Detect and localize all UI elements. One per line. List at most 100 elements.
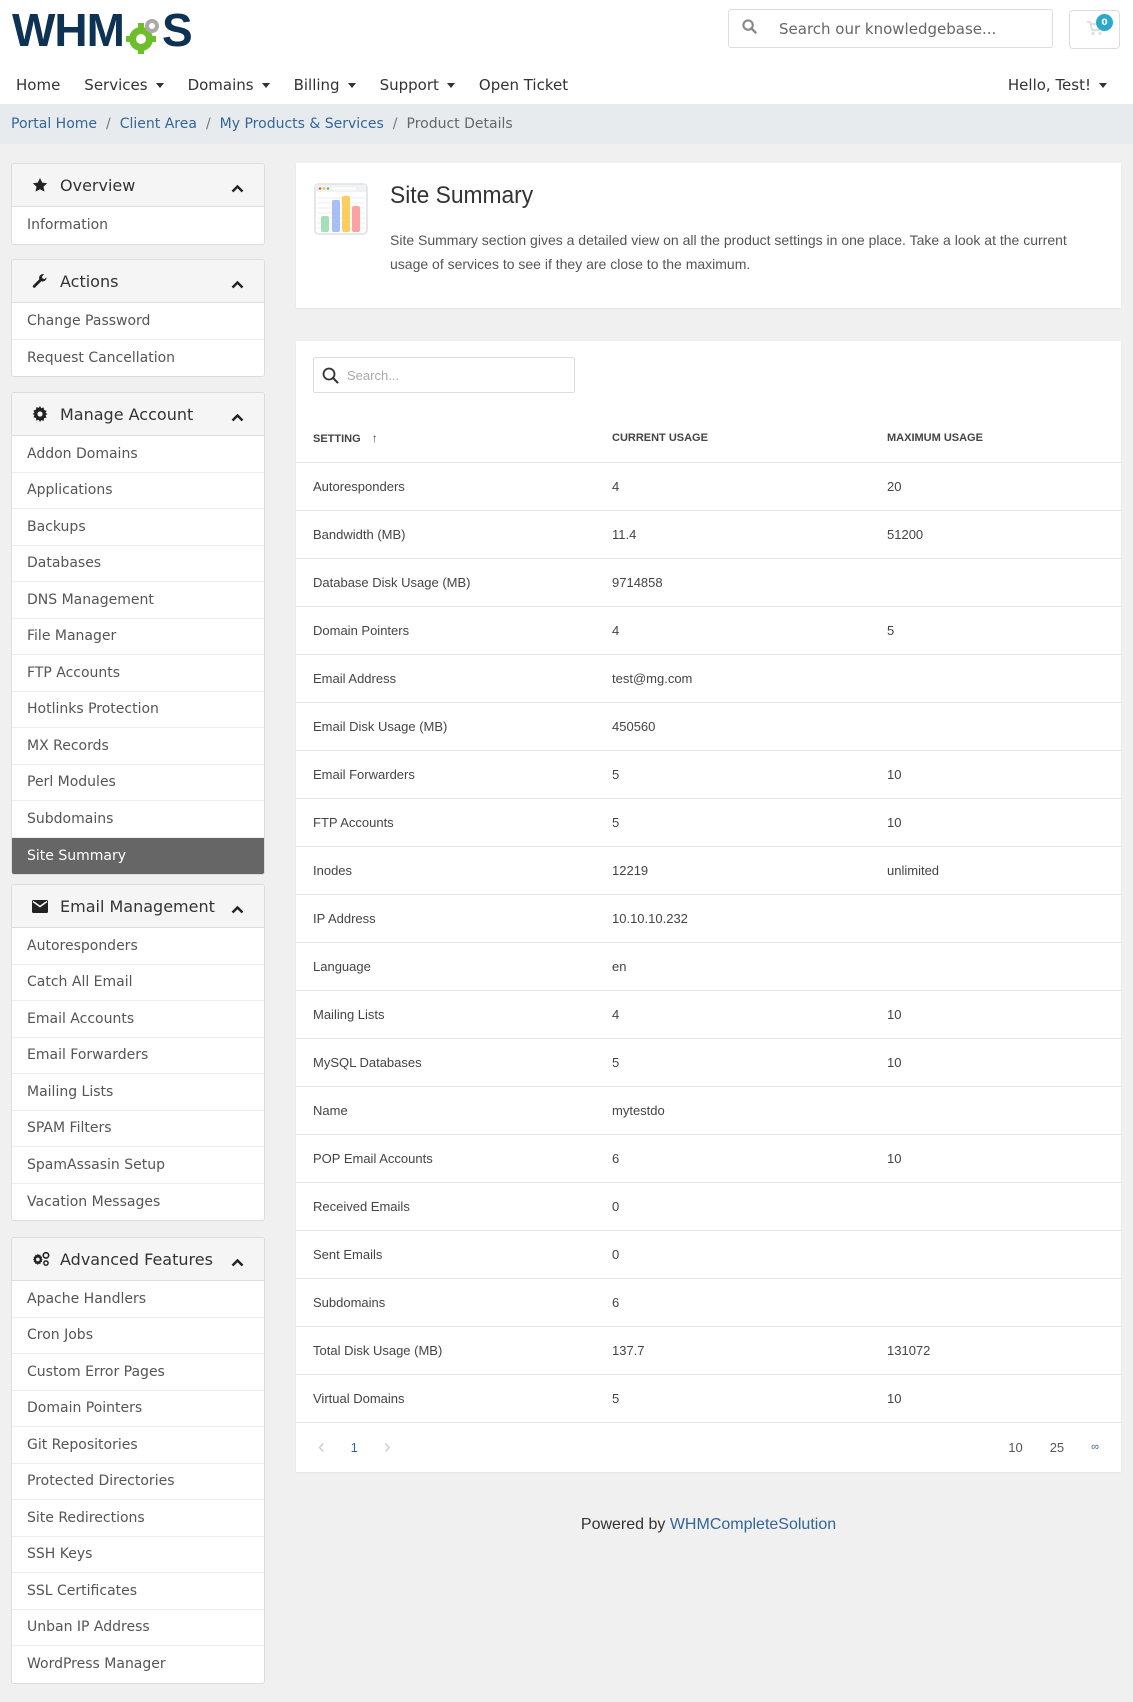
sidebar-item-change-password[interactable]: Change Password [12,303,264,340]
sidebar-item-protected-directories[interactable]: Protected Directories [12,1464,264,1500]
sidebar-item-email-forwarders[interactable]: Email Forwarders [12,1038,264,1074]
nav-billing[interactable]: Billing [294,76,356,94]
sidebar-item-addon-domains[interactable]: Addon Domains [12,436,264,473]
sidebar-item-domain-pointers[interactable]: Domain Pointers [12,1391,264,1427]
sidebar-item-file-manager[interactable]: File Manager [12,619,264,655]
sidebar-item-apache-handlers[interactable]: Apache Handlers [12,1281,264,1318]
sidebar-item-site-redirections[interactable]: Site Redirections [12,1500,264,1537]
chevron-up-icon[interactable] [231,274,244,293]
column-label: SETTING [313,433,361,446]
sidebar-item-spam-filters[interactable]: SPAM Filters [12,1111,264,1147]
column-current-usage[interactable]: CURRENT USAGE [612,413,887,463]
sidebar-item-databases[interactable]: Databases [12,546,264,582]
breadcrumb: Portal Home / Client Area / My Products & … [0,104,1133,144]
user-greeting: Hello, Test! [1007,76,1091,94]
sidebar-item-custom-error-pages[interactable]: Custom Error Pages [12,1354,264,1391]
current-usage-cell: 5 [612,798,887,847]
sidebar-item-cron-jobs[interactable]: Cron Jobs [12,1318,264,1354]
nav-label: Billing [293,76,340,94]
current-usage-cell: 11.4 [612,510,887,559]
setting-cell: Sent Emails [296,1230,612,1279]
sidebar-item-unban-ip-address[interactable]: Unban IP Address [12,1610,264,1646]
chevron-up-icon[interactable] [231,1252,244,1271]
breadcrumb-portal-home[interactable]: Portal Home [11,116,97,132]
breadcrumb-my-products[interactable]: My Products & Services [220,116,384,132]
knowledgebase-search-input[interactable] [779,19,1049,38]
nav-domains[interactable]: Domains [188,76,270,94]
current-usage-cell: 450560 [612,702,887,751]
sidebar-item-applications[interactable]: Applications [12,473,264,509]
current-usage-cell: 4 [612,606,887,655]
table-row: MySQL Databases 5 10 [296,1038,1121,1087]
sidebar-item-subdomains[interactable]: Subdomains [12,801,264,838]
sidebar-item-ssl-certificates[interactable]: SSL Certificates [12,1573,264,1610]
sidebar-panel-header[interactable]: Actions [12,260,264,303]
table-search-input[interactable] [347,367,557,383]
sidebar-item-mailing-lists[interactable]: Mailing Lists [12,1074,264,1111]
table-row: Email Forwarders 5 10 [296,750,1121,799]
sidebar-panel-header[interactable]: Overview [12,164,264,207]
sidebar-item-git-repositories[interactable]: Git Repositories [12,1427,264,1464]
page-size-10[interactable]: 10 [1008,1440,1022,1455]
whmcs-logo[interactable]: WHM S [12,4,193,56]
current-usage-cell: 10.10.10.232 [612,894,887,943]
column-setting[interactable]: SETTING ↑ [296,413,612,463]
sidebar-item-ssh-keys[interactable]: SSH Keys [12,1537,264,1573]
next-page-icon[interactable]: › [384,1436,391,1459]
sidebar-item-wordpress-manager[interactable]: WordPress Manager [12,1646,264,1683]
nav-home[interactable]: Home [16,76,60,94]
table-row: POP Email Accounts 6 10 [296,1134,1121,1183]
column-maximum-usage[interactable]: MAXIMUM USAGE [887,413,1121,463]
footer-text: Powered by [580,1516,670,1533]
sidebar-item-information[interactable]: Information [12,207,264,244]
sidebar-item-catch-all-email[interactable]: Catch All Email [12,965,264,1001]
sidebar-item-backups[interactable]: Backups [12,509,264,546]
sidebar-panel-header[interactable]: Manage Account [12,393,264,436]
sidebar-item-dns-management[interactable]: DNS Management [12,582,264,619]
current-usage-cell: 0 [612,1230,887,1279]
breadcrumb-client-area[interactable]: Client Area [120,116,197,132]
page-number[interactable]: 1 [351,1440,358,1455]
sidebar-item-mx-records[interactable]: MX Records [12,728,264,765]
nav-open-ticket[interactable]: Open Ticket [479,76,568,94]
page-size-25[interactable]: 25 [1050,1440,1064,1455]
sidebar-item-request-cancellation[interactable]: Request Cancellation [12,340,264,377]
chart-illustration-icon [314,183,368,239]
nav-label: Open Ticket [478,76,569,94]
cart-button[interactable]: 0 [1069,10,1120,49]
sidebar-item-site-summary[interactable]: Site Summary [12,837,264,874]
current-usage-cell: 5 [612,1038,887,1087]
maximum-usage-cell [887,1230,1121,1279]
table-row: Autoresponders 4 20 [296,462,1121,511]
nav-services[interactable]: Services [84,76,164,94]
sidebar-item-email-accounts[interactable]: Email Accounts [12,1001,264,1038]
sidebar-item-autoresponders[interactable]: Autoresponders [12,928,264,965]
user-menu[interactable]: Hello, Test! [1008,72,1107,98]
sidebar-item-hotlinks-protection[interactable]: Hotlinks Protection [12,692,264,728]
maximum-usage-cell: 10 [887,990,1121,1039]
setting-cell: Mailing Lists [296,990,612,1039]
sidebar-panel-title: Overview [60,175,136,195]
chevron-up-icon[interactable] [231,899,244,918]
sidebar-item-vacation-messages[interactable]: Vacation Messages [12,1184,264,1221]
chevron-up-icon[interactable] [231,178,244,197]
page-size-all[interactable]: ∞ [1091,1441,1099,1453]
sidebar-item-spamassasin-setup[interactable]: SpamAssasin Setup [12,1147,264,1184]
sidebar-item-ftp-accounts[interactable]: FTP Accounts [12,655,264,692]
footer-link[interactable]: WHMCompleteSolution [670,1516,836,1533]
nav-support[interactable]: Support [380,76,455,94]
table-row: Received Emails 0 [296,1182,1121,1231]
sidebar-item-perl-modules[interactable]: Perl Modules [12,765,264,801]
maximum-usage-cell [887,702,1121,751]
table-search[interactable] [313,357,575,393]
settings-table: SETTING ↑ CURRENT USAGE MAXIMUM USAGE Au… [296,413,1121,1423]
maximum-usage-cell [887,654,1121,703]
sidebar-panel-header[interactable]: Email Management [12,885,264,928]
chevron-up-icon[interactable] [231,407,244,426]
sidebar-panel-header[interactable]: Advanced Features [12,1238,264,1281]
current-usage-cell: 0 [612,1182,887,1231]
table-row: Email Address test@mg.com [296,654,1121,703]
knowledgebase-search[interactable] [728,9,1053,48]
prev-page-icon[interactable]: ‹ [318,1436,325,1459]
breadcrumb-separator: / [392,116,398,132]
